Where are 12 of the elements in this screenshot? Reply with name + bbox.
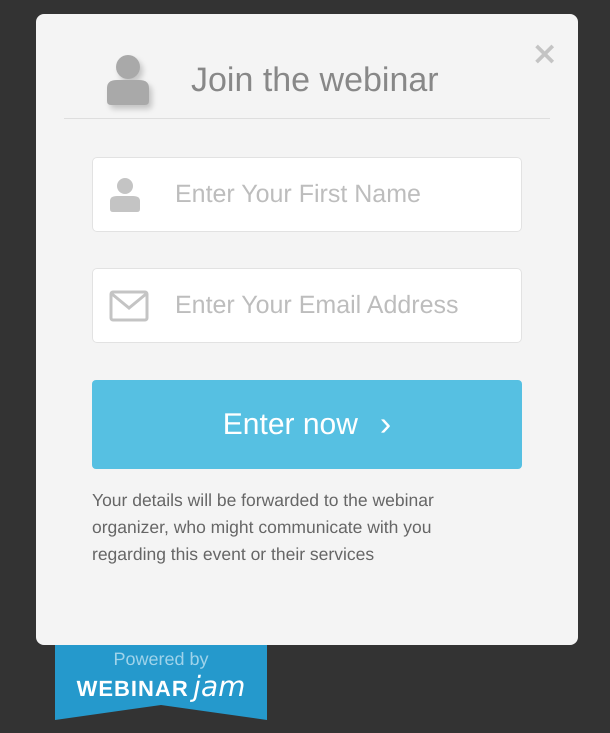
badge-caption: Powered by — [113, 649, 209, 670]
dialog-title: Join the webinar — [191, 60, 439, 100]
disclaimer-text: Your details will be forwarded to the webinar organizer, who might communicate with you regarding this event or their services — [92, 489, 435, 566]
brand-logo: WEBINARjam — [76, 670, 246, 703]
close-button[interactable]: × — [531, 40, 558, 66]
input-field[interactable]: Enter Your First Name — [92, 157, 522, 232]
input-field[interactable]: Enter Your Email Address — [92, 268, 522, 343]
envelope-icon — [109, 290, 149, 322]
person-icon — [105, 55, 151, 105]
powered-by-badge[interactable]: Powered by WEBINARjam — [55, 645, 267, 720]
enter-now-button[interactable]: Enter now › — [92, 380, 522, 469]
person-icon — [109, 178, 141, 212]
